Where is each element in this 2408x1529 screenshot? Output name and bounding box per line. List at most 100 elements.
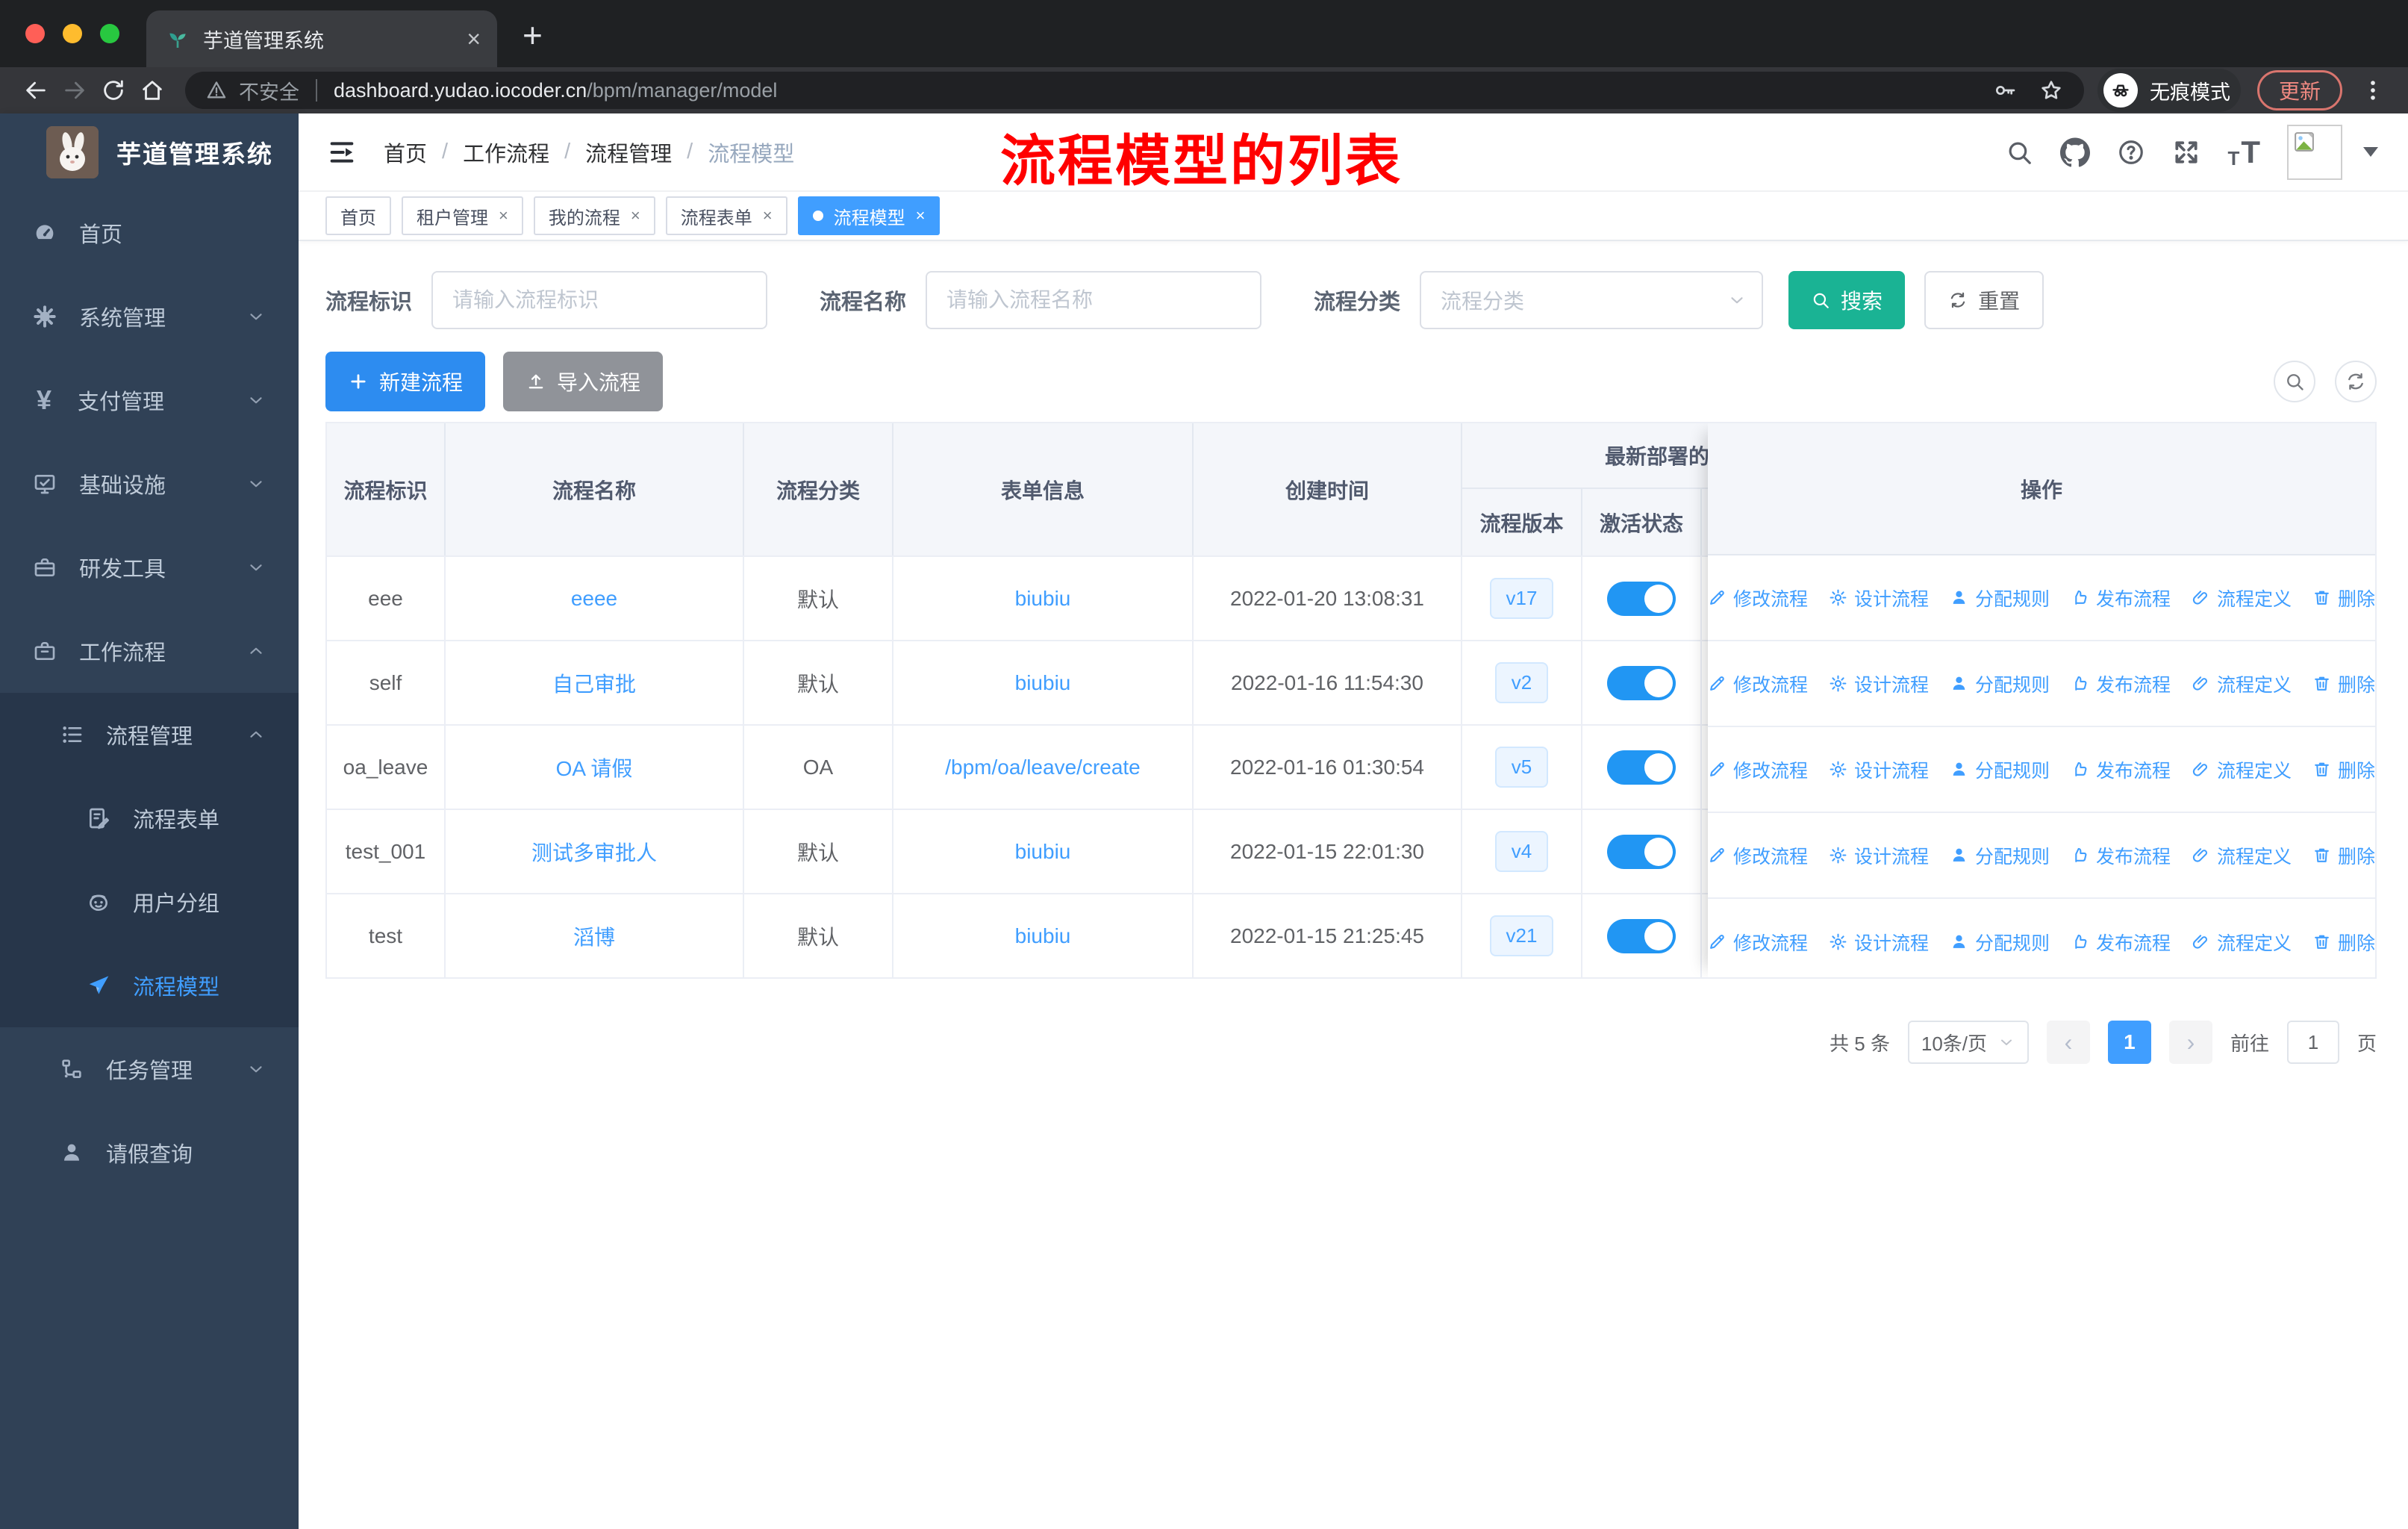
breadcrumb-home[interactable]: 首页 [384,137,427,168]
breadcrumb-workflow[interactable]: 工作流程 [463,137,549,168]
delete-link[interactable]: 删除 [2312,756,2375,783]
home-button[interactable] [133,78,172,103]
browser-tab[interactable]: 芋道管理系统 × [146,10,497,67]
close-icon[interactable]: × [916,206,926,225]
sidebar-item-user-group[interactable]: 用户分组 [0,860,299,944]
browser-menu-icon[interactable] [2354,78,2392,103]
fullscreen-icon[interactable] [2172,138,2200,166]
publish-process-link[interactable]: 发布流程 [2071,929,2171,956]
macos-traffic-lights[interactable] [0,24,146,67]
address-bar[interactable]: 不安全 dashboard.yudao.iocoder.cn/bpm/manag… [185,72,2084,109]
tag-process-form[interactable]: 流程表单 × [665,196,787,235]
form-info-link[interactable]: /bpm/oa/leave/create [945,756,1141,779]
sidebar-item-process-mgmt[interactable]: 流程管理 [0,693,299,776]
sidebar-item-workflow[interactable]: 工作流程 [0,609,299,693]
tab-close-icon[interactable]: × [467,25,481,53]
delete-link[interactable]: 删除 [2312,585,2375,611]
version-badge[interactable]: v17 [1489,578,1554,619]
breadcrumb-process-mgmt[interactable]: 流程管理 [585,137,672,168]
assign-rule-link[interactable]: 分配规则 [1950,585,2050,611]
search-button[interactable]: 搜索 [1788,271,1906,329]
next-page-button[interactable]: › [2168,1021,2212,1064]
sidebar-item-dev[interactable]: 研发工具 [0,526,299,609]
delete-link[interactable]: 删除 [2312,842,2375,869]
publish-process-link[interactable]: 发布流程 [2071,756,2171,783]
assign-rule-link[interactable]: 分配规则 [1950,842,2050,869]
delete-link[interactable]: 删除 [2312,929,2375,956]
minimize-window-button[interactable] [63,24,82,43]
process-name-link[interactable]: eeee [571,587,617,611]
active-toggle[interactable] [1607,750,1676,785]
process-name-link[interactable]: 自己审批 [552,668,636,698]
url-text[interactable]: dashboard.yudao.iocoder.cn/bpm/manager/m… [334,79,777,102]
zoom-window-button[interactable] [100,24,119,43]
sidebar-logo[interactable]: 芋道管理系统 [0,113,299,191]
form-info-link[interactable]: biubiu [1015,671,1071,695]
close-icon[interactable]: × [631,206,640,225]
sidebar-item-leave-query[interactable]: 请假查询 [0,1111,299,1195]
reload-button[interactable] [94,78,133,103]
page-size-select[interactable]: 10条/页 [1907,1021,2029,1064]
process-definition-link[interactable]: 流程定义 [2192,756,2292,783]
search-icon[interactable] [2005,138,2033,166]
process-category-select[interactable]: 流程分类 [1420,271,1764,329]
help-icon[interactable] [2117,138,2145,166]
goto-page-input[interactable] [2286,1021,2339,1064]
assign-rule-link[interactable]: 分配规则 [1950,929,2050,956]
design-process-link[interactable]: 设计流程 [1829,842,1929,869]
form-info-link[interactable]: biubiu [1015,840,1071,864]
form-info-link[interactable]: biubiu [1015,587,1071,611]
back-button[interactable] [16,78,55,103]
process-name-link[interactable]: 测试多审批人 [531,837,657,867]
process-definition-link[interactable]: 流程定义 [2192,585,2292,611]
version-badge[interactable]: v21 [1489,915,1554,956]
sidebar-item-process-model[interactable]: 流程模型 [0,944,299,1027]
version-badge[interactable]: v5 [1494,747,1549,788]
process-name-link[interactable]: 滔博 [573,921,615,951]
new-tab-button[interactable]: + [523,15,543,55]
close-icon[interactable]: × [499,206,508,225]
active-toggle[interactable] [1607,834,1676,869]
version-badge[interactable]: v2 [1494,662,1549,703]
process-id-input[interactable] [431,271,768,329]
form-info-link[interactable]: biubiu [1015,924,1071,948]
reset-button[interactable]: 重置 [1924,271,2044,329]
design-process-link[interactable]: 设计流程 [1829,929,1929,956]
show-search-button[interactable] [2274,361,2315,402]
delete-link[interactable]: 删除 [2312,670,2375,697]
modify-process-link[interactable]: 修改流程 [1708,585,1808,611]
publish-process-link[interactable]: 发布流程 [2071,670,2171,697]
modify-process-link[interactable]: 修改流程 [1708,929,1808,956]
prev-page-button[interactable]: ‹ [2046,1021,2090,1064]
refresh-table-button[interactable] [2335,361,2377,402]
forward-button[interactable] [55,78,94,103]
publish-process-link[interactable]: 发布流程 [2071,585,2171,611]
current-page-button[interactable]: 1 [2107,1021,2151,1064]
browser-update-button[interactable]: 更新 [2256,70,2342,110]
font-size-icon[interactable]: TT [2227,134,2260,170]
import-process-button[interactable]: 导入流程 [503,352,664,411]
version-badge[interactable]: v4 [1494,831,1549,872]
assign-rule-link[interactable]: 分配规则 [1950,670,2050,697]
process-definition-link[interactable]: 流程定义 [2192,929,2292,956]
tag-process-model[interactable]: 流程模型 × [797,196,941,235]
sidebar-collapse-icon[interactable] [315,137,369,167]
sidebar-item-process-form[interactable]: 流程表单 [0,776,299,860]
sidebar-item-pay[interactable]: ¥ 支付管理 [0,358,299,442]
bookmark-star-icon[interactable] [2039,78,2063,102]
active-toggle[interactable] [1607,918,1676,953]
design-process-link[interactable]: 设计流程 [1829,756,1929,783]
process-definition-link[interactable]: 流程定义 [2192,670,2292,697]
password-key-icon[interactable] [1993,78,2017,102]
design-process-link[interactable]: 设计流程 [1829,670,1929,697]
modify-process-link[interactable]: 修改流程 [1708,842,1808,869]
avatar[interactable] [2287,124,2342,180]
sidebar-item-infra[interactable]: 基础设施 [0,442,299,526]
process-name-link[interactable]: OA 请假 [556,753,633,782]
tag-home[interactable]: 首页 [325,196,391,235]
sidebar-item-system[interactable]: 系统管理 [0,275,299,358]
assign-rule-link[interactable]: 分配规则 [1950,756,2050,783]
process-name-input[interactable] [926,271,1262,329]
sidebar-item-task-mgmt[interactable]: 任务管理 [0,1027,299,1111]
create-process-button[interactable]: 新建流程 [325,352,486,411]
